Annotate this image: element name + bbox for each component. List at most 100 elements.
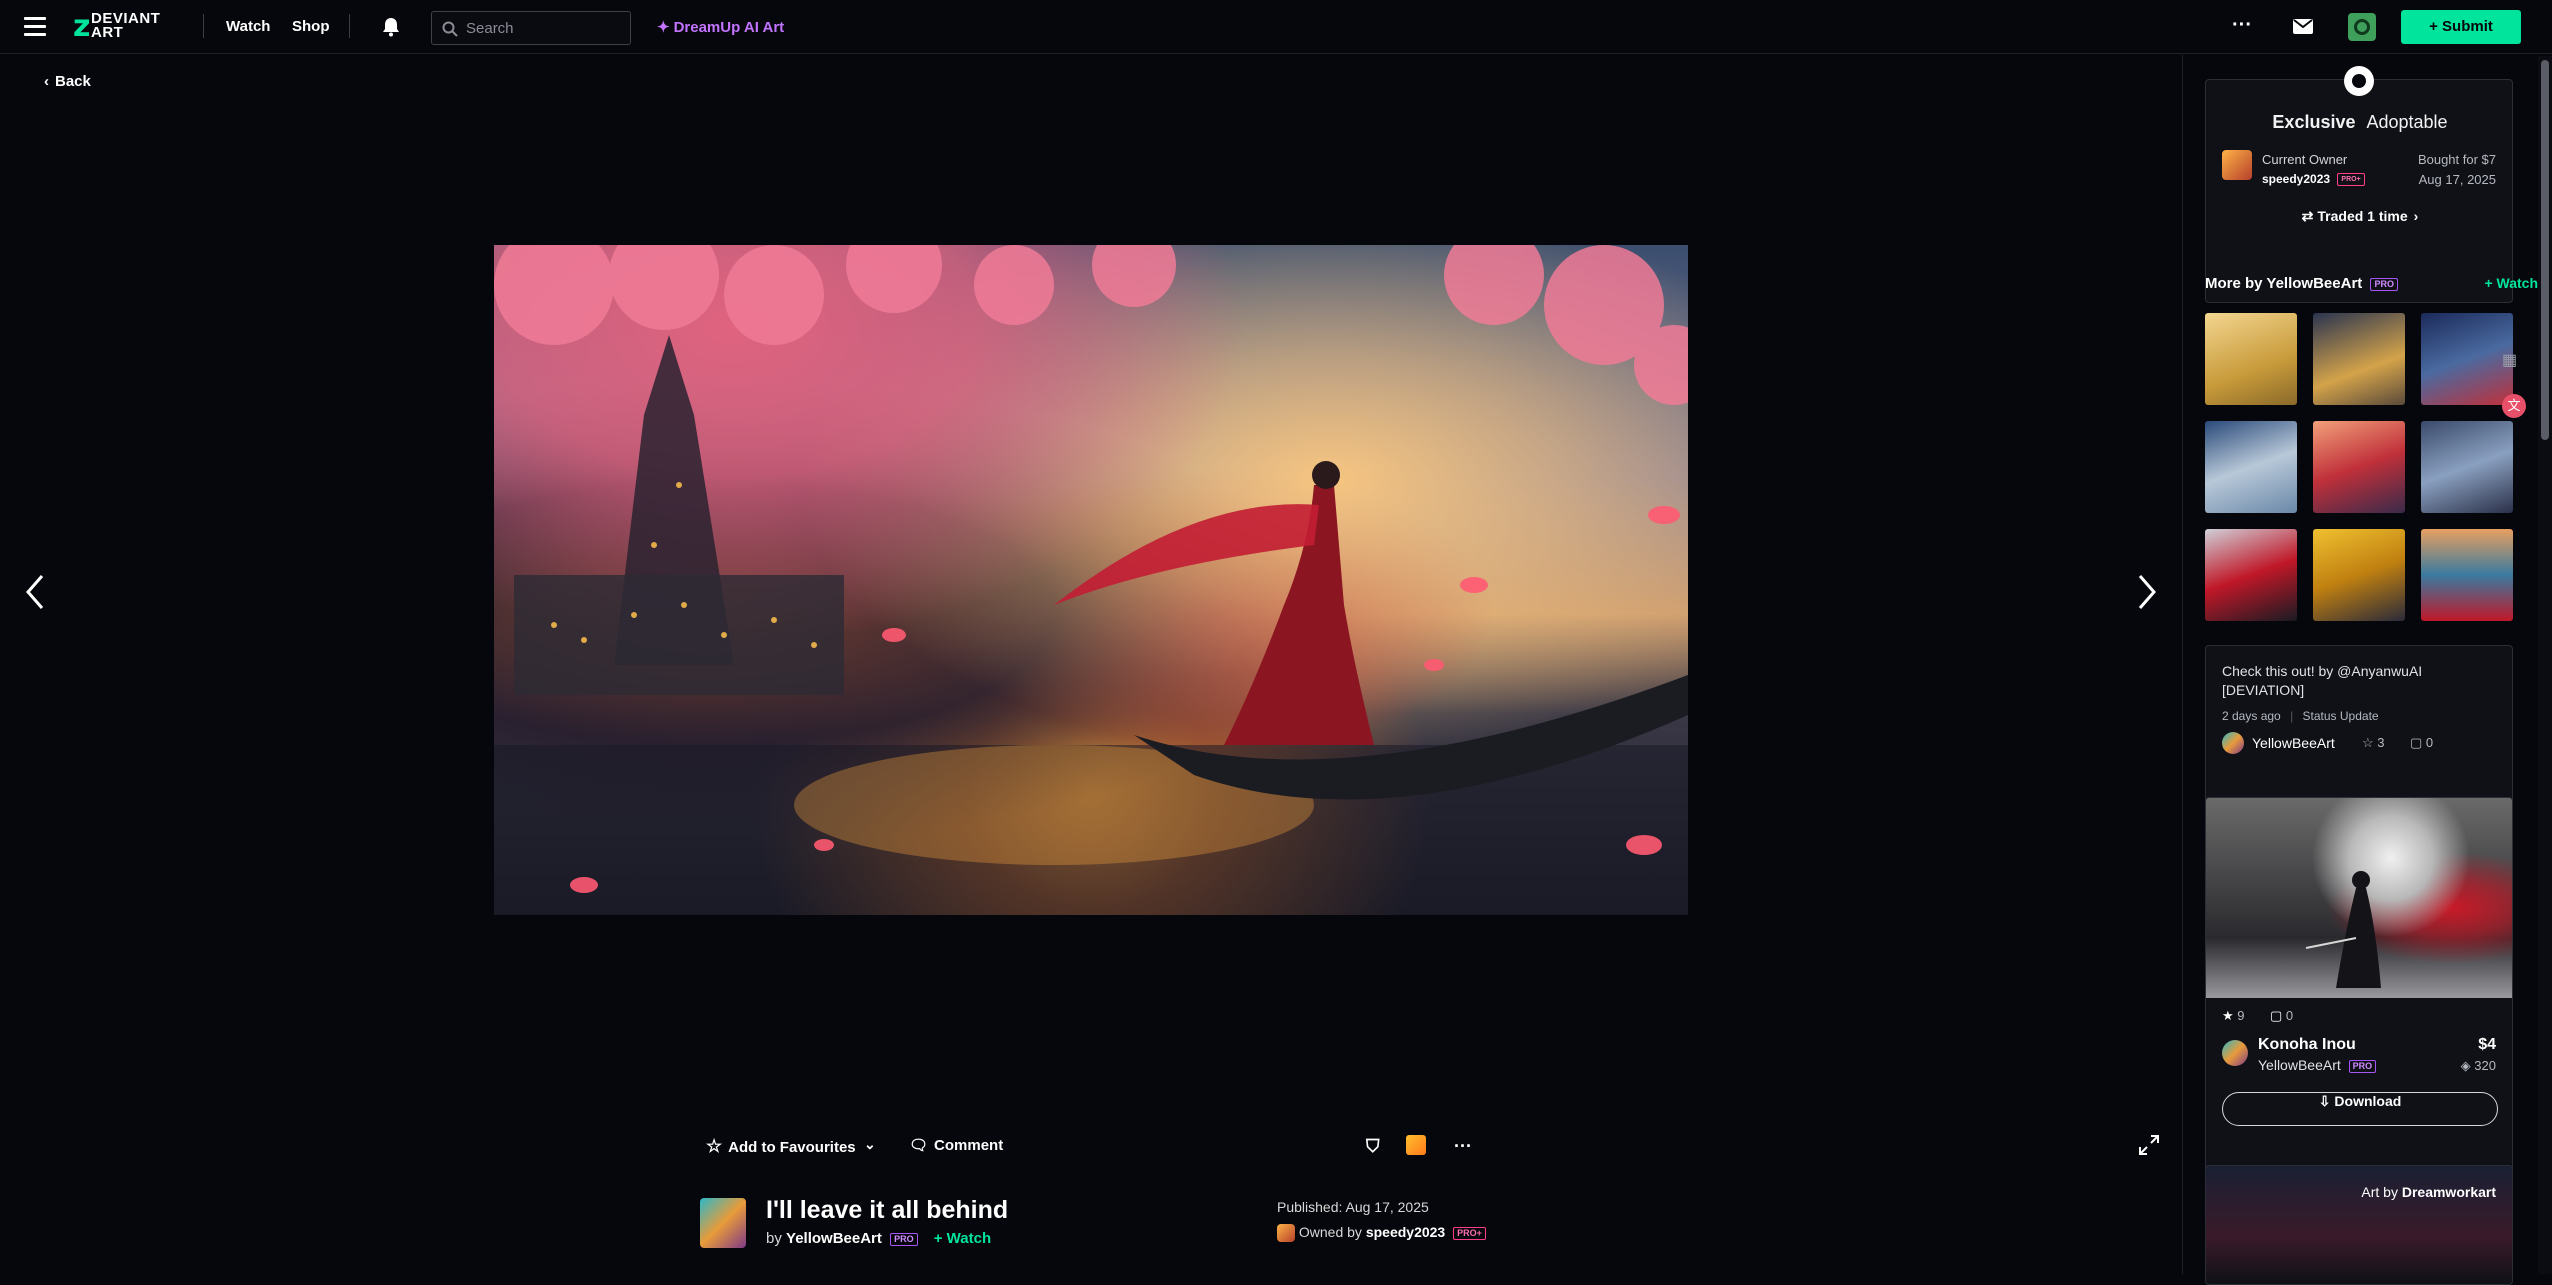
search-input[interactable]: Search (431, 11, 631, 45)
download-button[interactable]: ⇩ Download (2222, 1092, 2498, 1126)
product-title[interactable]: Konoha Inou (2258, 1036, 2356, 1054)
badge-icon[interactable]: ⛉ (1366, 1136, 1380, 1157)
mail-icon[interactable] (2293, 19, 2313, 34)
user-avatar[interactable] (2348, 13, 2376, 41)
back-link[interactable]: ‹ Back (44, 73, 91, 90)
more-actions-icon[interactable]: ··· (1454, 1136, 1472, 1157)
nav-watch[interactable]: Watch (226, 18, 270, 35)
previous-arrow-icon[interactable] (22, 572, 46, 612)
bought-price: Bought for $7 (2417, 152, 2496, 167)
pro-plus-badge: PRO+ (2337, 173, 2365, 187)
comment-icon: ▢ (2410, 735, 2423, 750)
current-owner-name[interactable]: speedy2023 PRO+ (2262, 172, 2365, 187)
status-author[interactable]: YellowBeeArt (2252, 735, 2335, 751)
author-avatar[interactable] (700, 1198, 746, 1248)
translate-icon[interactable]: 文 (2502, 394, 2526, 418)
top-navigation-bar: z DEVIANT ART Watch Shop Search ✦ DreamUp … (0, 0, 2552, 54)
author-link[interactable]: YellowBeeArt (786, 1230, 882, 1247)
comment-button[interactable]: 🗨 Comment (909, 1136, 1003, 1154)
deviation-title: I'll leave it all behind (766, 1196, 1009, 1224)
product-author-avatar[interactable] (2222, 1040, 2248, 1066)
bell-icon[interactable] (380, 16, 402, 38)
thumbnail[interactable] (2421, 529, 2513, 621)
status-author-avatar[interactable] (2222, 732, 2244, 754)
art-by-author[interactable]: Dreamworkart (2402, 1184, 2496, 1200)
samurai-silhouette (2305, 871, 2381, 988)
trade-icon: ⇄ (2301, 208, 2314, 224)
product-comments[interactable]: ▢ 0 (2270, 1008, 2293, 1024)
pro-badge: PRO (2348, 1059, 2377, 1073)
thumbnail[interactable] (2421, 421, 2513, 513)
core-gift-icon[interactable] (1406, 1135, 1426, 1155)
status-comments-count: 0 (2425, 735, 2434, 750)
chevron-right-icon: › (2413, 208, 2419, 224)
download-label: Download (2334, 1093, 2402, 1109)
comment-icon: 🗨 (909, 1137, 929, 1154)
star-icon: ☆ (2362, 735, 2374, 750)
art-by: Art by Dreamworkart (2361, 1184, 2496, 1200)
premium-download-card[interactable]: ★ 9 ▢ 0 Konoha Inou YellowBeeArt PRO $4 … (2205, 797, 2513, 1197)
logo-text-art: ART (91, 24, 124, 41)
star-icon: ★ (2222, 1008, 2234, 1023)
scrollbar-thumb[interactable] (2541, 60, 2549, 440)
thumbnail[interactable] (2313, 421, 2405, 513)
current-owner-label: Current Owner (2262, 152, 2348, 167)
sparkle-icon: ✦ (657, 19, 670, 36)
traded-label: Traded 1 time (2317, 208, 2408, 224)
add-to-favourites-label: Add to Favourites (728, 1139, 856, 1156)
by-label: by (766, 1230, 782, 1247)
product-author-name: YellowBeeArt (2258, 1057, 2341, 1073)
search-placeholder: Search (466, 20, 514, 37)
current-owner-avatar[interactable] (2222, 150, 2252, 180)
status-comments[interactable]: ▢ 0 (2410, 735, 2433, 751)
thumbnail[interactable] (2421, 313, 2513, 405)
divider (203, 14, 204, 38)
product-author[interactable]: YellowBeeArt PRO (2258, 1057, 2377, 1073)
chevron-left-icon: ‹ (44, 73, 49, 90)
chevron-down-icon[interactable]: ⌄ (864, 1136, 876, 1153)
submit-button[interactable]: + Submit (2401, 10, 2521, 44)
pro-plus-badge: PRO+ (1453, 1226, 1486, 1240)
more-by-heading[interactable]: More by YellowBeeArt PRO (2205, 275, 2398, 292)
watch-button[interactable]: + Watch (2484, 275, 2538, 291)
product-favs-count: 9 (2237, 1008, 2245, 1023)
status-favs-count: 3 (2377, 735, 2385, 750)
page-scrollbar[interactable] (2538, 56, 2552, 1274)
right-sidebar: Exclusive Adoptable Current Owner speedy… (2182, 55, 2552, 1285)
menu-icon[interactable] (24, 17, 46, 36)
thumbnail[interactable] (2205, 313, 2297, 405)
exclusive-label: Exclusive (2272, 112, 2356, 132)
owner-avatar[interactable] (1277, 1224, 1295, 1243)
art-by-label: Art by (2361, 1184, 2398, 1200)
traded-link[interactable]: ⇄ Traded 1 time › (2206, 208, 2514, 225)
thumbnail[interactable] (2313, 313, 2405, 405)
thumbnail[interactable] (2313, 529, 2405, 621)
product-favs[interactable]: ★ 9 (2222, 1008, 2245, 1024)
pro-badge: PRO (2370, 277, 2398, 291)
thumbnail[interactable] (2205, 421, 2297, 513)
more-options-icon[interactable]: ··· (2232, 14, 2252, 37)
art-card[interactable]: Art by Dreamworkart (2205, 1165, 2513, 1285)
next-arrow-icon[interactable] (2136, 572, 2160, 612)
status-text-line-2: [DEVIATION] (2222, 682, 2305, 698)
status-favs[interactable]: ☆ 3 (2362, 735, 2385, 751)
premium-artwork-image[interactable] (2206, 798, 2512, 998)
comment-label: Comment (934, 1137, 1004, 1154)
pro-badge: PRO (890, 1232, 918, 1246)
fullscreen-icon[interactable] (2138, 1134, 2160, 1156)
nav-shop[interactable]: Shop (292, 18, 330, 35)
deviantart-logo[interactable]: z DEVIANT ART (73, 11, 183, 42)
current-owner-username: speedy2023 (2262, 172, 2331, 186)
deviation-image[interactable] (494, 245, 1688, 915)
back-label: Back (55, 73, 91, 90)
grid-tool-icon[interactable]: ▦ (2502, 350, 2528, 376)
add-to-favourites-button[interactable]: ☆ Add to Favourites (706, 1136, 856, 1157)
thumbnail[interactable] (2205, 529, 2297, 621)
watch-author-button[interactable]: + Watch (934, 1230, 991, 1247)
dreamup-link[interactable]: ✦ DreamUp AI Art (657, 18, 784, 36)
status-text-line-1: Check this out! by @AnyanwuAI (2222, 663, 2423, 679)
owned-by-label: Owned by (1298, 1224, 1362, 1240)
owner-link[interactable]: speedy2023 (1366, 1224, 1445, 1240)
dreamup-label: DreamUp AI Art (673, 19, 785, 36)
status-type: Status Update (2302, 709, 2379, 723)
